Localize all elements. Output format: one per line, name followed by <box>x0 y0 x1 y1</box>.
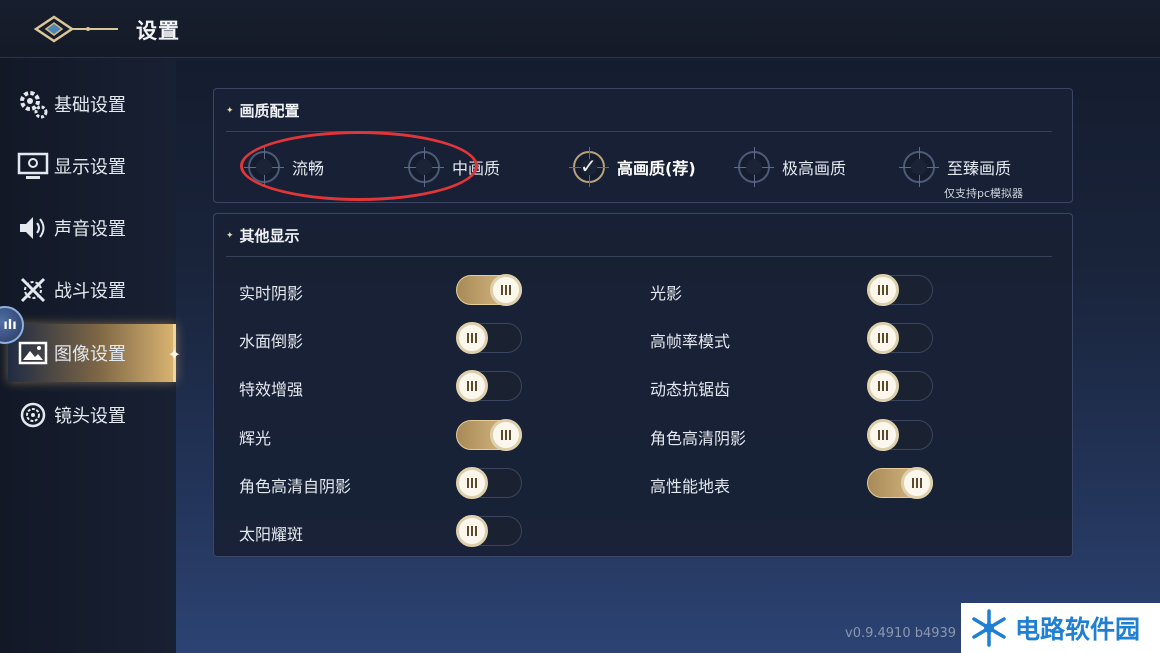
back-arrow-icon[interactable] <box>32 12 120 46</box>
watermark-text: 电路软件园 <box>1015 615 1141 644</box>
monitor-icon <box>16 149 50 183</box>
toggle-character-self-shadow[interactable] <box>456 467 522 499</box>
top-bar: 设置 <box>0 0 1160 58</box>
toggle-knob-icon <box>901 467 933 499</box>
sidebar-item-label: 声音设置 <box>54 219 126 240</box>
toggle-sun-flare[interactable] <box>456 515 522 547</box>
toggle-dynamic-aa[interactable] <box>867 370 933 402</box>
camera-lens-icon <box>16 398 50 432</box>
toggle-knob-icon <box>490 419 522 451</box>
radio-ring-icon <box>734 147 774 187</box>
option-label: 角色高清阴影 <box>650 429 747 448</box>
watermark: 电路软件园 <box>961 603 1160 653</box>
toggle-knob-icon <box>867 322 899 354</box>
option-label: 辉光 <box>239 429 272 448</box>
quality-option-high[interactable]: ✓ 高画质(荐) <box>569 147 696 187</box>
toggle-bloom[interactable] <box>456 419 522 451</box>
option-label: 角色高清自阴影 <box>239 477 352 496</box>
panel-title: 其他显示 <box>239 227 300 245</box>
sidebar-item-image[interactable]: 图像设置 ✦ <box>8 324 181 382</box>
toggle-high-perf-terrain[interactable] <box>867 467 933 499</box>
image-icon <box>16 336 50 370</box>
sidebar-item-camera[interactable]: 镜头设置 <box>8 386 176 444</box>
toggle-knob-icon <box>456 322 488 354</box>
option-label: 特效增强 <box>239 380 304 399</box>
toggle-knob-icon <box>456 515 488 547</box>
option-label: 实时阴影 <box>239 284 304 303</box>
gears-icon <box>16 87 50 121</box>
version-label: v0.9.4910 b4939 <box>845 626 957 641</box>
sidebar: 基础设置 显示设置 声音设置 战斗设置 图像设置 ✦ 镜头设置 ılı <box>0 58 181 653</box>
sparkle-icon: ✦ <box>167 345 181 364</box>
toggle-realtime-shadow[interactable] <box>456 274 522 306</box>
sidebar-item-sound[interactable]: 声音设置 <box>8 199 176 257</box>
toggle-knob-icon <box>867 274 899 306</box>
quality-panel: ✦ 画质配置 流畅 中画质 ✓ 高画质(荐) 极高画质 至臻画质 仅支持pc模拟… <box>213 88 1073 203</box>
option-label: 动态抗锯齿 <box>650 380 731 399</box>
sidebar-item-label: 镜头设置 <box>54 406 126 427</box>
option-label: 太阳耀斑 <box>239 525 304 544</box>
toggle-character-hd-shadow[interactable] <box>867 419 933 451</box>
quality-option-ultimate[interactable]: 至臻画质 <box>899 147 1011 187</box>
sidebar-item-label: 战斗设置 <box>54 281 126 302</box>
sidebar-item-battle[interactable]: 战斗设置 <box>8 261 176 319</box>
sidebar-item-label: 图像设置 <box>54 344 126 365</box>
page-title: 设置 <box>136 19 180 43</box>
toggle-water-reflection[interactable] <box>456 322 522 354</box>
snowflake-logo-icon <box>972 609 1006 647</box>
toggle-knob-icon <box>867 370 899 402</box>
sidebar-item-display[interactable]: 显示设置 <box>8 137 176 195</box>
panel-title: 画质配置 <box>239 102 300 120</box>
quality-option-very-high[interactable]: 极高画质 <box>734 147 846 187</box>
option-label: 高帧率模式 <box>650 332 731 351</box>
toggle-knob-icon <box>456 467 488 499</box>
star-bullet-icon: ✦ <box>226 230 234 241</box>
toggle-effects-enhance[interactable] <box>456 370 522 402</box>
option-label: 光影 <box>650 284 683 303</box>
check-ring-icon: ✓ <box>569 147 609 187</box>
toggle-knob-icon <box>867 419 899 451</box>
toggle-knob-icon <box>490 274 522 306</box>
option-label: 水面倒影 <box>239 332 304 351</box>
radio-ring-icon <box>899 147 939 187</box>
toggle-knob-icon <box>456 370 488 402</box>
sidebar-item-label: 基础设置 <box>54 95 126 116</box>
annotation-circle <box>240 131 478 201</box>
toggle-high-framerate[interactable] <box>867 322 933 354</box>
ultimate-note: 仅支持pc模拟器 <box>944 187 1024 200</box>
divider <box>226 256 1052 257</box>
other-display-panel: ✦ 其他显示 实时阴影 光影 水面倒影 高帧率模式 特效增强 动态抗锯齿 辉光 … <box>213 213 1073 557</box>
sidebar-item-basic[interactable]: 基础设置 <box>8 75 176 133</box>
option-label: 高性能地表 <box>650 477 731 496</box>
sidebar-item-label: 显示设置 <box>54 157 126 178</box>
speaker-icon <box>16 211 50 245</box>
star-bullet-icon: ✦ <box>226 105 234 116</box>
toggle-light-shadow[interactable] <box>867 274 933 306</box>
crossed-swords-icon <box>16 273 50 307</box>
